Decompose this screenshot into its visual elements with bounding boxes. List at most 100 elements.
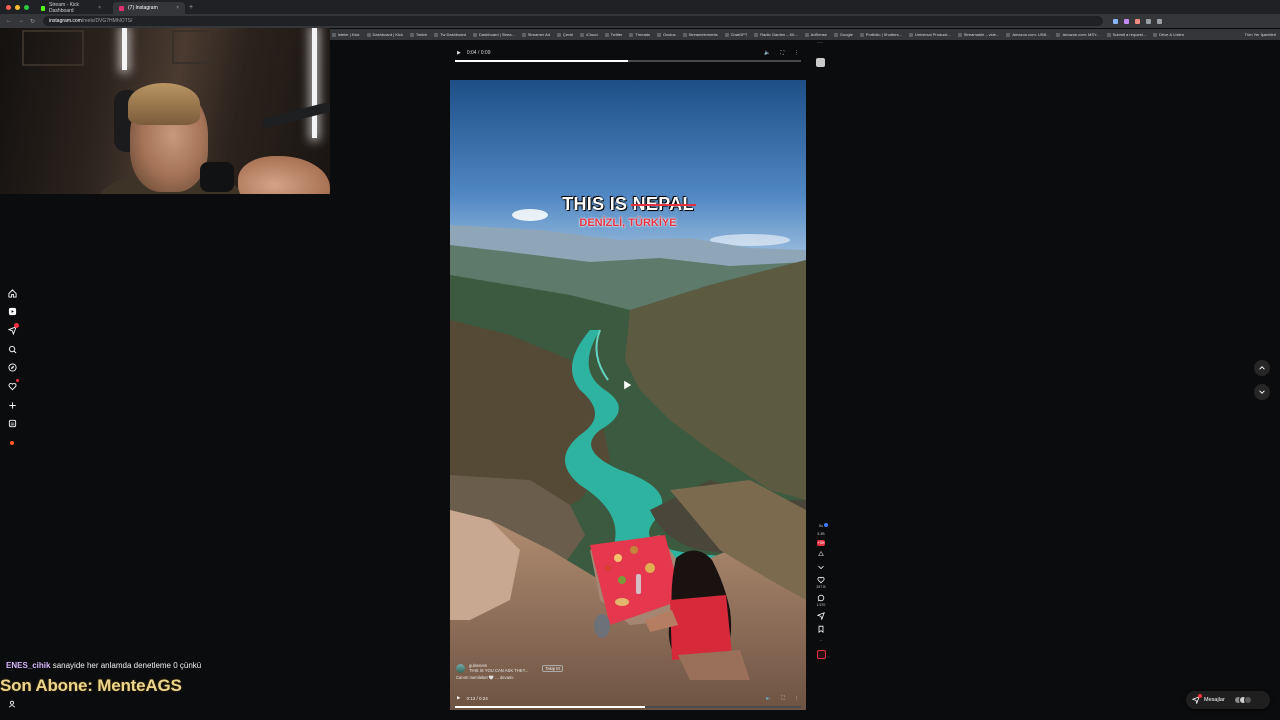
audio-name[interactable]: THIS IS YOU CAN ASK THEY... [469, 668, 528, 673]
rail-mini-item[interactable]: +SH [816, 540, 826, 546]
bookmark-item[interactable]: ChatGPT [724, 32, 747, 37]
close-window-icon[interactable] [6, 4, 11, 10]
bookmark-item[interactable]: Dashboard | Kick [366, 32, 403, 37]
bookmark-item[interactable]: Drive & Listen [1153, 32, 1184, 37]
maximize-window-icon[interactable] [24, 4, 29, 10]
rail-mini-item[interactable]: 5.3B [817, 532, 824, 536]
bookmark-favicon-icon [434, 32, 439, 37]
notifications-icon[interactable] [5, 379, 19, 393]
comment-button[interactable]: 1.570 [816, 594, 826, 607]
reel-action-rail: Su 5.3B +SH 257 B 1.570 ... [813, 523, 829, 659]
reel-video[interactable]: THIS IS NEPAL DENİZLİ, TÜRKİYE gulsenem … [450, 80, 806, 710]
create-icon[interactable] [5, 398, 19, 412]
bookmark-item[interactable]: Twitch [409, 32, 427, 37]
bookmark-item[interactable]: iCloud [580, 32, 598, 37]
bookmark-item[interactable]: Universal Producti... [908, 32, 951, 37]
rail-mini-item[interactable]: Su [819, 524, 823, 528]
messages-button[interactable]: Mesajlar [1186, 691, 1270, 709]
bookmark-item[interactable]: Amazon.com: USB... [1006, 32, 1049, 37]
reel-progress[interactable] [455, 706, 801, 708]
bookmark-item[interactable]: Radio Garden – Kit... [754, 32, 798, 37]
close-tab-icon[interactable]: × [176, 5, 179, 11]
explore-icon[interactable] [5, 361, 19, 375]
bookmark-item[interactable]: Tw Dashboard [434, 32, 466, 37]
more-options-icon[interactable]: ⋮ [795, 695, 800, 701]
new-tab-button[interactable]: + [189, 4, 193, 11]
more-options-icon[interactable]: ··· [817, 40, 823, 46]
bookmark-item[interactable]: Google [833, 32, 853, 37]
minimize-window-icon[interactable] [15, 4, 20, 10]
tab-instagram[interactable]: (7) Instagram × [113, 2, 185, 14]
caption-text[interactable]: Canım memleket 🤍 ... devamı [456, 675, 563, 681]
bookmark-item[interactable]: Oculus [657, 32, 676, 37]
profile-avatar-icon[interactable] [5, 436, 19, 450]
messages-icon[interactable] [5, 323, 19, 337]
close-tab-icon[interactable]: × [98, 5, 101, 11]
bookmark-item[interactable]: Streamable – vide... [957, 32, 999, 37]
more-options-icon[interactable]: ... [820, 638, 823, 642]
volume-icon[interactable]: 🔈 [766, 695, 772, 701]
like-button[interactable]: 257 B [816, 576, 826, 589]
volume-icon[interactable]: 🔈 [764, 50, 770, 56]
media-toggle-button[interactable] [816, 58, 825, 67]
address-bar[interactable]: instagram.com/reels/DVG7HMhlOTS/ [43, 16, 1104, 26]
chat-text: sanayide her anlamda denetleme 0 çünkü [52, 661, 202, 670]
bookmark-item[interactable]: AdSense [804, 32, 827, 37]
bookmark-favicon-icon [908, 32, 913, 37]
bookmark-label: Google [839, 32, 853, 37]
streamer-hair [128, 83, 200, 125]
dashboard-icon[interactable] [5, 417, 19, 431]
bookmark-item[interactable]: Threads [629, 32, 650, 37]
tab-kick-dashboard[interactable]: Stream - Kick Dashboard × [35, 2, 107, 14]
profile-icon[interactable] [1157, 18, 1163, 24]
back-icon[interactable]: ← [6, 18, 12, 25]
fullscreen-icon[interactable]: ⛶ [781, 695, 784, 701]
play-icon[interactable]: ▶ [457, 695, 460, 701]
previous-reel-button[interactable] [1254, 360, 1270, 376]
bookmark-item[interactable]: Streamelements [682, 32, 718, 37]
comment-count: 1.570 [816, 603, 826, 607]
fullscreen-icon[interactable]: ⛶ [780, 50, 784, 56]
bookmark-item[interactable]: Twitter [604, 32, 622, 37]
bookmark-favicon-icon [724, 32, 729, 37]
audio-thumbnail[interactable] [816, 650, 826, 659]
bookmark-item[interactable]: Submit a request... [1106, 32, 1146, 37]
bookmark-item[interactable]: Dashboard | Strea... [473, 32, 515, 37]
address-bar-row: ← → ↻ instagram.com/reels/DVG7HMhlOTS/ [0, 14, 1280, 28]
extension-icon[interactable] [1135, 18, 1141, 24]
forward-icon[interactable]: → [18, 18, 24, 25]
window-controls[interactable] [6, 4, 29, 10]
bookmark-item[interactable]: Çeviri [557, 32, 573, 37]
extension-icon[interactable] [1113, 18, 1119, 24]
reel-caption: gulsenem THIS IS YOU CAN ASK THEY... Tak… [456, 663, 564, 681]
search-icon[interactable] [5, 342, 19, 356]
more-settings-icon[interactable] [6, 698, 18, 710]
bookmark-favicon-icon [957, 32, 962, 37]
bookmark-item[interactable]: Portfolio | Shutters... [859, 32, 902, 37]
next-reel-button[interactable] [1254, 384, 1270, 400]
bookmark-item[interactable]: Streamer Ad [521, 32, 550, 37]
chevron-down-icon[interactable] [817, 563, 825, 571]
share-button[interactable] [817, 612, 825, 620]
bookmark-label: Streamelements [688, 32, 718, 37]
extension-icon[interactable] [1124, 18, 1130, 24]
bookmark-favicon-icon [682, 32, 687, 37]
follow-button[interactable]: Takip Et [542, 664, 564, 672]
all-bookmarks-link[interactable]: Tüm Yer İşaretleri [1245, 32, 1280, 37]
bookmark-item[interactable]: Amazon.com: MSY... [1056, 32, 1100, 37]
save-button[interactable] [817, 625, 825, 633]
play-icon[interactable]: ▶ [457, 50, 461, 56]
more-options-icon[interactable]: ⋮ [794, 50, 799, 56]
previous-video-progress[interactable] [455, 60, 801, 62]
bookmark-item[interactable]: isteler | Kick [332, 32, 360, 37]
author-avatar[interactable] [456, 663, 465, 673]
bookmark-label: AdSense [810, 32, 827, 37]
bookmark-favicon-icon [521, 32, 526, 37]
share-small-icon[interactable] [817, 550, 825, 558]
play-icon[interactable] [620, 378, 634, 392]
reels-icon[interactable] [5, 305, 19, 319]
instagram-sidebar [5, 286, 19, 454]
reload-icon[interactable]: ↻ [30, 18, 35, 25]
extension-icon[interactable] [1146, 18, 1152, 24]
home-icon[interactable] [5, 286, 19, 300]
